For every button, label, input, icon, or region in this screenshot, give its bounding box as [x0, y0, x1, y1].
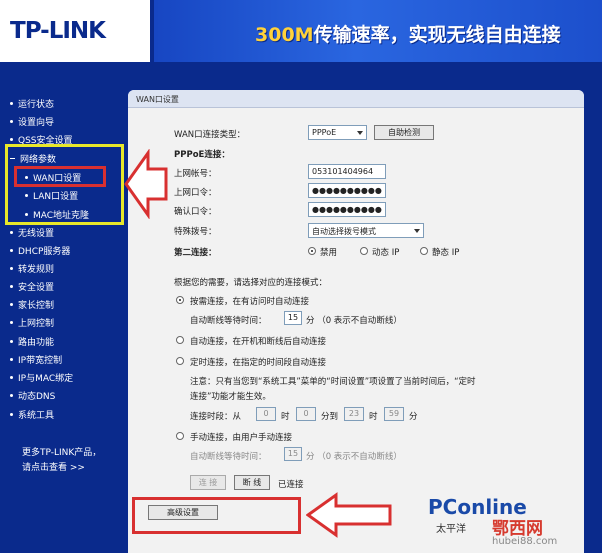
sidebar-item-forwarding[interactable]: 转发规则 [10, 261, 54, 275]
second-disable-label: 禁用 [320, 248, 338, 258]
confirm-password-label: 确认口令： [174, 207, 217, 217]
panel-title-bar: WAN口设置 [128, 90, 584, 108]
slogan: 300M传输速率，实现无线自由连接 [255, 20, 561, 47]
wan-settings-panel: WAN口设置 WAN口连接类型： PPPoE 自助检测 PPPoE连接： 上网帐… [128, 90, 584, 553]
bullet-icon [10, 119, 13, 123]
sidebar-item-routing[interactable]: 路由功能 [10, 334, 54, 348]
mode-auto-label: 自动连接，在开机和断线后自动连接 [190, 337, 327, 347]
period-label: 连接时段：从 [190, 412, 242, 422]
special-dial-select[interactable]: 自动选择拨号模式 [308, 223, 424, 238]
period-start-minute[interactable]: 0 [296, 407, 316, 421]
slogan-number: 300M [255, 24, 314, 46]
period-minute-unit: 分 [409, 412, 418, 422]
bullet-icon [10, 375, 13, 379]
second-static-radio[interactable] [420, 247, 428, 255]
sidebar-item-system-tools[interactable]: 系统工具 [10, 407, 54, 421]
sidebar-item-wizard[interactable]: 设置向导 [10, 114, 54, 128]
period-end-minute[interactable]: 59 [384, 407, 404, 421]
pppoe-heading: PPPoE连接： [174, 150, 230, 160]
bullet-icon [10, 320, 13, 324]
header: TP-LINK 300M传输速率，实现无线自由连接 [0, 0, 602, 66]
bullet-icon [10, 357, 13, 361]
sidebar-item-access-control[interactable]: 上网控制 [10, 315, 54, 329]
period-hour-unit-2: 时 [369, 412, 378, 422]
panel-title: WAN口设置 [136, 95, 179, 104]
watermark-sub: 太平洋 [436, 524, 466, 535]
bullet-icon [10, 230, 13, 234]
timed-note-line2: 连接”功能才能生效。 [190, 392, 271, 402]
arrow-left-icon-2 [306, 492, 392, 538]
highlight-wan-item [14, 166, 106, 187]
more-products-link[interactable]: 更多TP-LINK产品， 请点击查看 >> [22, 446, 101, 476]
account-label: 上网帐号： [174, 169, 217, 179]
mode-on-demand-radio[interactable] [176, 296, 184, 304]
second-connection-label: 第二连接： [174, 248, 217, 258]
bullet-icon [10, 302, 13, 306]
second-dynamic-radio[interactable] [360, 247, 368, 255]
wan-type-label: WAN口连接类型： [174, 130, 246, 140]
second-dynamic-label: 动态 IP [372, 248, 400, 258]
wan-type-select[interactable]: PPPoE [308, 125, 367, 140]
logo-area: TP-LINK [0, 0, 152, 66]
bullet-icon [10, 284, 13, 288]
sidebar-item-parental[interactable]: 家长控制 [10, 297, 54, 311]
tp-link-logo: TP-LINK [10, 18, 106, 44]
sidebar-item-ddns[interactable]: 动态DNS [10, 388, 55, 402]
password-input[interactable]: ●●●●●●●●●● [308, 183, 386, 198]
connection-status: 已连接 [278, 480, 304, 490]
main-area: WAN口设置 WAN口连接类型： PPPoE 自助检测 PPPoE连接： 上网帐… [118, 66, 602, 553]
period-to-label: 分到 [321, 412, 339, 422]
account-input[interactable]: 053101404964 [308, 164, 386, 179]
sidebar: 运行状态 设置向导 QSS安全设置 网络参数 WAN口设置 LAN口设置 MAC… [0, 66, 118, 553]
chevron-down-icon [414, 229, 420, 233]
password-label: 上网口令： [174, 188, 217, 198]
mode-timed-label: 定时连接，在指定的时间段自动连接 [190, 358, 327, 368]
mode-manual-label: 手动连接，由用户手动连接 [190, 433, 293, 443]
bullet-icon [10, 266, 13, 270]
sidebar-item-wireless[interactable]: 无线设置 [10, 225, 54, 239]
second-disable-radio[interactable] [308, 247, 316, 255]
confirm-password-input[interactable]: ●●●●●●●●●● [308, 202, 386, 217]
connect-button[interactable]: 连 接 [190, 475, 226, 490]
special-dial-label: 特殊拨号： [174, 227, 217, 237]
mode-on-demand-label: 按需连接，在有访问时自动连接 [190, 297, 310, 307]
idle-time-label-2: 自动断线等待时间： [190, 452, 267, 462]
arrow-left-icon [124, 149, 168, 219]
mode-auto-radio[interactable] [176, 336, 184, 344]
sidebar-item-ip-mac[interactable]: IP与MAC绑定 [10, 370, 73, 384]
bullet-icon [10, 412, 13, 416]
chevron-down-icon [357, 131, 363, 135]
period-hour-unit: 时 [281, 412, 290, 422]
idle-time-label: 自动断线等待时间： [190, 316, 267, 326]
idle-time-unit: 分 （0 表示不自动断线） [306, 316, 402, 326]
site-url-watermark: hubei88.com [492, 536, 558, 547]
highlight-advanced-button [132, 497, 301, 534]
bullet-icon [10, 137, 13, 141]
disconnect-button[interactable]: 断 线 [234, 475, 270, 490]
slogan-text: 传输速率，实现无线自由连接 [313, 24, 561, 46]
second-static-label: 静态 IP [432, 248, 460, 258]
sidebar-item-status[interactable]: 运行状态 [10, 96, 54, 110]
period-end-hour[interactable]: 23 [344, 407, 364, 421]
auto-detect-button[interactable]: 自助检测 [374, 125, 434, 140]
sidebar-item-dhcp[interactable]: DHCP服务器 [10, 243, 70, 257]
bullet-icon [10, 248, 13, 252]
bullet-icon [10, 339, 13, 343]
bullet-icon [10, 393, 13, 397]
idle-time-input-2[interactable]: 15 [284, 447, 302, 461]
idle-time-unit-2: 分 （0 表示不自动断线） [306, 452, 402, 462]
sidebar-item-bandwidth[interactable]: IP带宽控制 [10, 352, 62, 366]
mode-hint: 根据您的需要，请选择对应的连接模式： [174, 278, 328, 288]
mode-timed-radio[interactable] [176, 357, 184, 365]
sidebar-item-security[interactable]: 安全设置 [10, 279, 54, 293]
timed-note-line1: 注意：只有当您到“系统工具”菜单的“时间设置”项设置了当前时间后，“定时 [190, 377, 476, 387]
mode-manual-radio[interactable] [176, 432, 184, 440]
bullet-icon [10, 101, 13, 105]
period-start-hour[interactable]: 0 [256, 407, 276, 421]
idle-time-input[interactable]: 15 [284, 311, 302, 325]
